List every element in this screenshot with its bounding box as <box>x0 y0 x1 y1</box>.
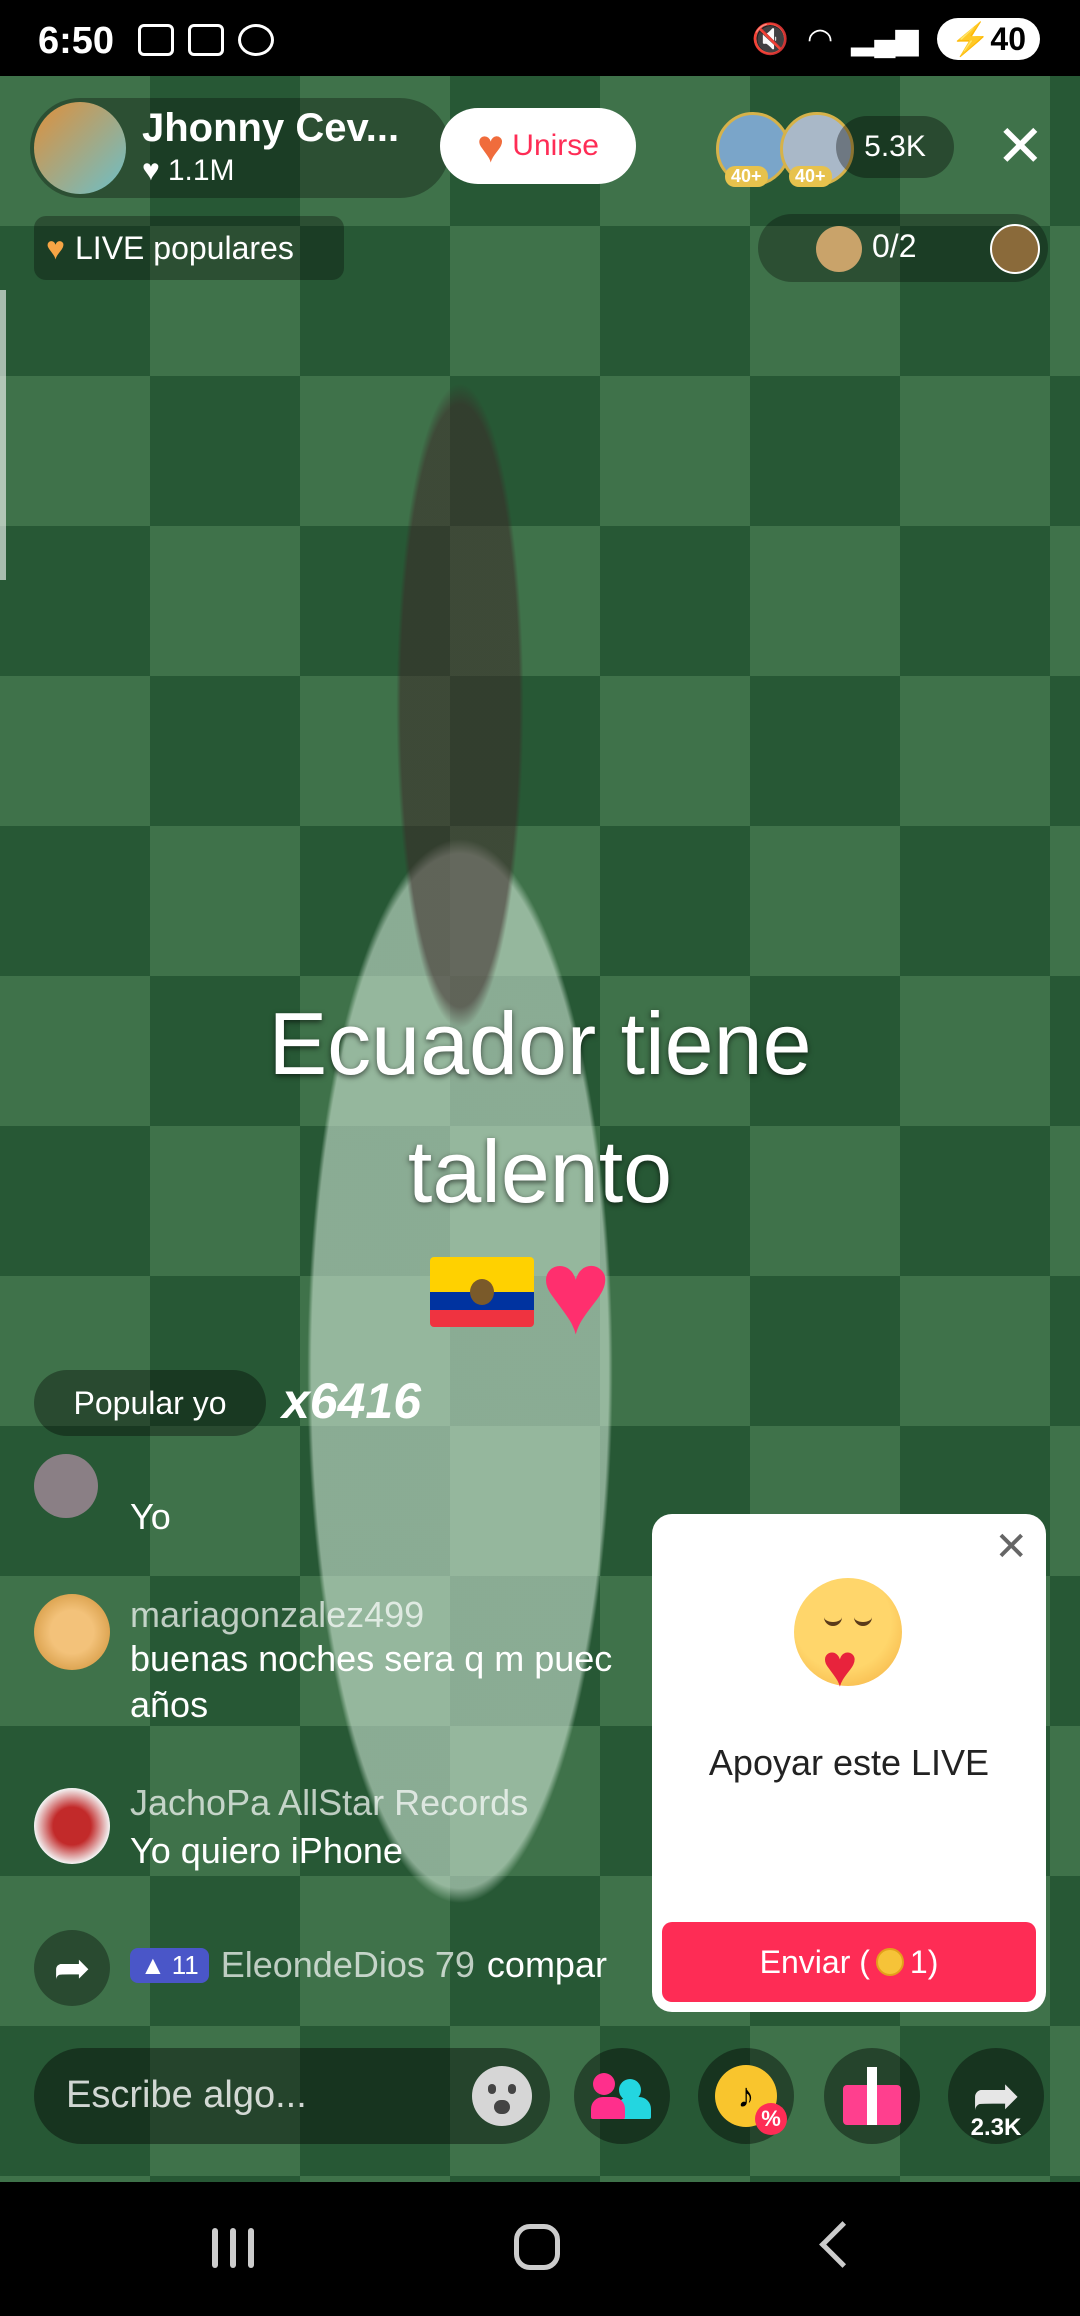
share-action: compar <box>486 1944 607 1985</box>
share-arrow-icon: ➦ <box>34 1930 110 2006</box>
status-bar: 6:50 🔇 ◠ ▂▄▆ ⚡40 <box>0 0 1080 76</box>
gift-combo-count: x6416 <box>282 1373 422 1429</box>
wifi-icon: ◠ <box>806 22 834 56</box>
host-info[interactable]: Jhonny Cev... ♥ 1.1M <box>30 98 450 198</box>
join-label: Unirse <box>512 129 599 162</box>
host-likes: ♥ 1.1M <box>142 154 235 188</box>
signal-icon: ▂▄▆ <box>851 22 919 56</box>
screenshot-icon <box>188 24 224 56</box>
popular-label: LIVE populares <box>75 229 294 266</box>
caption-line: Ecuador tiene <box>268 994 812 1093</box>
people-icon <box>591 2073 653 2119</box>
gift-combo-label: Popular yo <box>34 1370 266 1436</box>
heart-plus-icon: ♥ <box>476 120 505 172</box>
guest-slots[interactable]: 0/2 <box>758 214 1048 282</box>
heart-icon: ♥ <box>46 229 65 266</box>
ecuador-flag-icon <box>430 1257 534 1327</box>
side-indicator <box>0 290 6 580</box>
gift-icon <box>843 2067 901 2125</box>
chat-username[interactable]: JachoPa AllStar Records <box>130 1782 528 1824</box>
clock: 6:50 <box>38 20 115 62</box>
multi-guest-button[interactable] <box>574 2048 670 2144</box>
hug-emoji-icon: ♥ <box>794 1578 902 1696</box>
chat-text: Yo <box>130 1496 171 1537</box>
viewer-avatar[interactable]: 40+ <box>716 112 790 187</box>
level-badge: ▲ 11 <box>130 1947 209 1983</box>
comment-input[interactable]: Escribe algo... <box>34 2048 550 2144</box>
caption-line: talento <box>407 1122 673 1221</box>
tiktok-coupon-icon: ♪% <box>715 2065 787 2135</box>
comment-placeholder[interactable]: Escribe algo... <box>66 2074 307 2117</box>
guest-avatar[interactable] <box>990 224 1040 274</box>
battery-indicator: ⚡40 <box>936 18 1040 60</box>
chat-text: años <box>130 1684 209 1725</box>
user-avatar[interactable] <box>34 1594 110 1670</box>
viewer-badge: 40+ <box>725 166 768 187</box>
level-icon: ▲ <box>140 1949 166 1980</box>
recents-icon[interactable] <box>212 2228 260 2268</box>
gift-button[interactable] <box>824 2048 920 2144</box>
share-button[interactable]: ➦ 2.3K <box>948 2048 1044 2144</box>
navigation-bar <box>0 2182 1080 2316</box>
whatsapp-icon <box>238 24 274 56</box>
likes-count: 1.1M <box>167 154 235 187</box>
send-count: 1) <box>909 1943 939 1980</box>
share-username[interactable]: EleondeDios 79 <box>221 1944 475 1986</box>
mute-icon: 🔇 <box>751 22 789 56</box>
join-button[interactable]: ♥ Unirse <box>440 108 636 184</box>
screenshot-icon <box>138 24 174 56</box>
guest-count: 0/2 <box>872 228 917 264</box>
chat-username[interactable]: mariagonzalez499 <box>130 1594 424 1636</box>
back-icon[interactable] <box>819 2221 866 2268</box>
user-avatar[interactable] <box>34 1454 98 1518</box>
coin-icon <box>875 1948 904 1976</box>
live-caption: Ecuador tiene talento <box>140 980 940 1236</box>
caption-emojis: ♥ <box>430 1232 611 1352</box>
heart-icon: ♥ <box>142 154 160 187</box>
viewer-count[interactable]: 5.3K <box>836 116 954 178</box>
notification-icons <box>138 24 274 56</box>
promo-button[interactable]: ♪% <box>698 2048 794 2144</box>
battery-level: 40 <box>990 21 1026 57</box>
guest-avatar <box>816 226 862 272</box>
close-icon[interactable]: ✕ <box>994 1524 1028 1570</box>
heart-icon: ♥ <box>540 1225 612 1359</box>
top-viewers[interactable]: 40+ 40+ <box>716 112 854 187</box>
emoji-icon[interactable] <box>472 2066 532 2126</box>
user-avatar[interactable] <box>34 1788 110 1864</box>
share-count: 2.3K <box>970 2114 1022 2141</box>
viewer-badge: 40+ <box>789 166 832 187</box>
host-avatar[interactable] <box>34 102 126 194</box>
popular-live-badge[interactable]: ♥ LIVE populares <box>34 216 344 280</box>
share-event: ▲ 11 EleondeDios 79 compar <box>130 1944 607 1986</box>
chat-text: buenas noches sera q m puec <box>130 1638 613 1679</box>
host-name[interactable]: Jhonny Cev... <box>142 106 399 151</box>
system-icons: 🔇 ◠ ▂▄▆ ⚡40 <box>752 18 1040 60</box>
send-gift-button[interactable]: Enviar ( 1) <box>662 1922 1036 2002</box>
popup-title: Apoyar este LIVE <box>708 1742 990 1783</box>
close-icon[interactable]: ✕ <box>996 118 1045 176</box>
support-popup[interactable]: ✕ ♥ Apoyar este LIVE Enviar ( 1) <box>652 1514 1046 2012</box>
chat-text: Yo quiero iPhone <box>130 1830 403 1871</box>
home-icon[interactable] <box>514 2224 560 2270</box>
send-label: Enviar ( <box>759 1943 870 1980</box>
level-number: 11 <box>171 1949 199 1980</box>
